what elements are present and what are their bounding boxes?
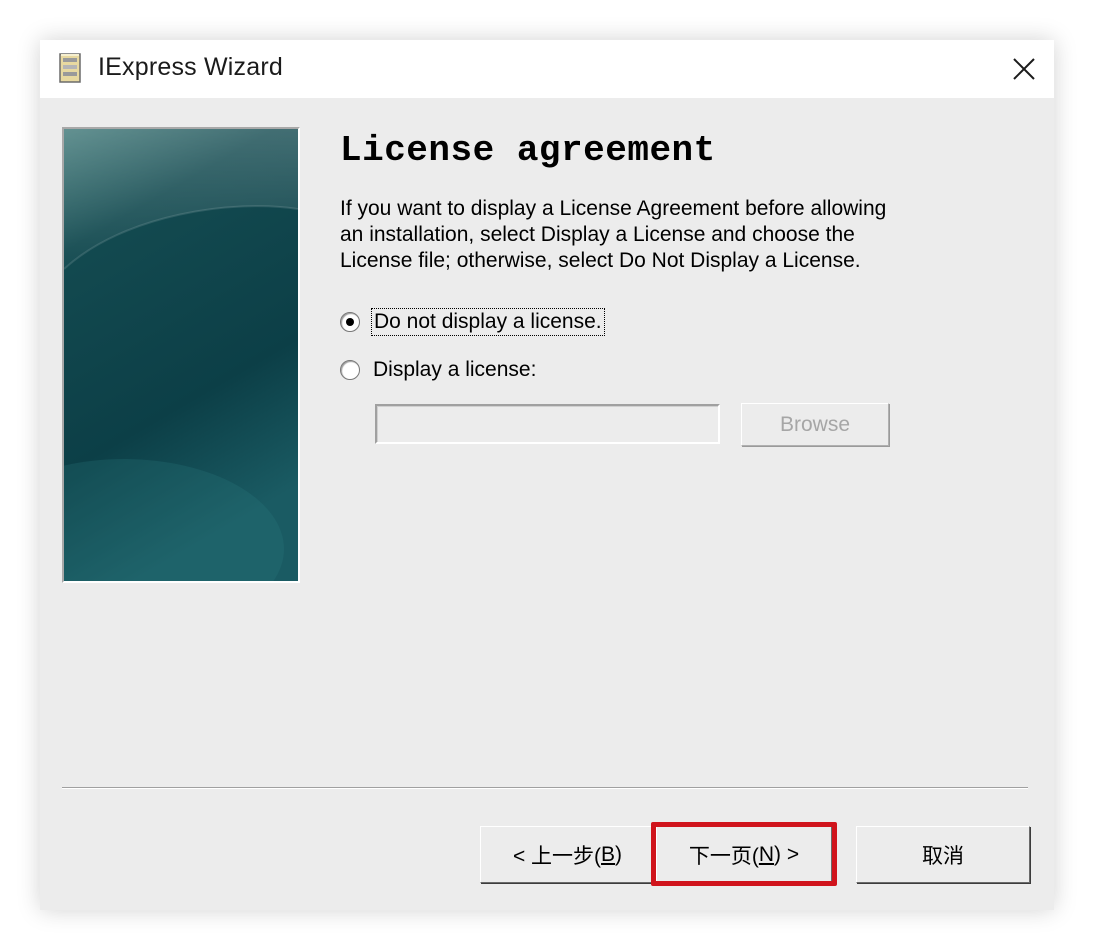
iexpress-app-icon	[58, 52, 82, 84]
next-button[interactable]: 下一页(N) >	[656, 826, 832, 883]
wizard-side-panel-image	[62, 127, 300, 583]
cancel-button[interactable]: 取消	[856, 826, 1030, 883]
footer-separator	[62, 787, 1028, 789]
back-button-label-end: )	[615, 842, 623, 866]
back-button[interactable]: < 上一步(B)	[480, 826, 655, 883]
page-heading: License agreement	[340, 130, 716, 171]
next-button-mnemonic: N	[758, 842, 775, 866]
browse-button-label: Browse	[779, 412, 851, 436]
window-title: IExpress Wizard	[98, 53, 283, 81]
page-description: If you want to display a License Agreeme…	[340, 197, 887, 272]
cancel-button-label: 取消	[922, 844, 964, 868]
browse-button[interactable]: Browse	[741, 403, 889, 446]
radio-selected-indicator[interactable]	[340, 312, 360, 332]
close-icon	[1013, 58, 1035, 80]
next-button-label-end: ) >	[774, 842, 800, 866]
close-button[interactable]	[1002, 52, 1046, 86]
radio-label-display-license[interactable]: Display a license:	[373, 358, 536, 382]
radio-display-license[interactable]: Display a license:	[340, 358, 536, 382]
back-button-mnemonic: B	[601, 842, 616, 866]
wizard-window: IExpress Wizard License agreement If you…	[40, 40, 1054, 910]
back-button-label: < 上一步(	[512, 844, 602, 868]
license-file-input[interactable]	[375, 404, 720, 444]
radio-unselected-indicator[interactable]	[340, 360, 360, 380]
radio-label-do-not-display[interactable]: Do not display a license.	[371, 308, 605, 336]
title-bar[interactable]: IExpress Wizard	[40, 40, 1054, 98]
next-button-label: 下一页(	[688, 844, 759, 868]
radio-do-not-display-license[interactable]: Do not display a license.	[340, 308, 605, 336]
